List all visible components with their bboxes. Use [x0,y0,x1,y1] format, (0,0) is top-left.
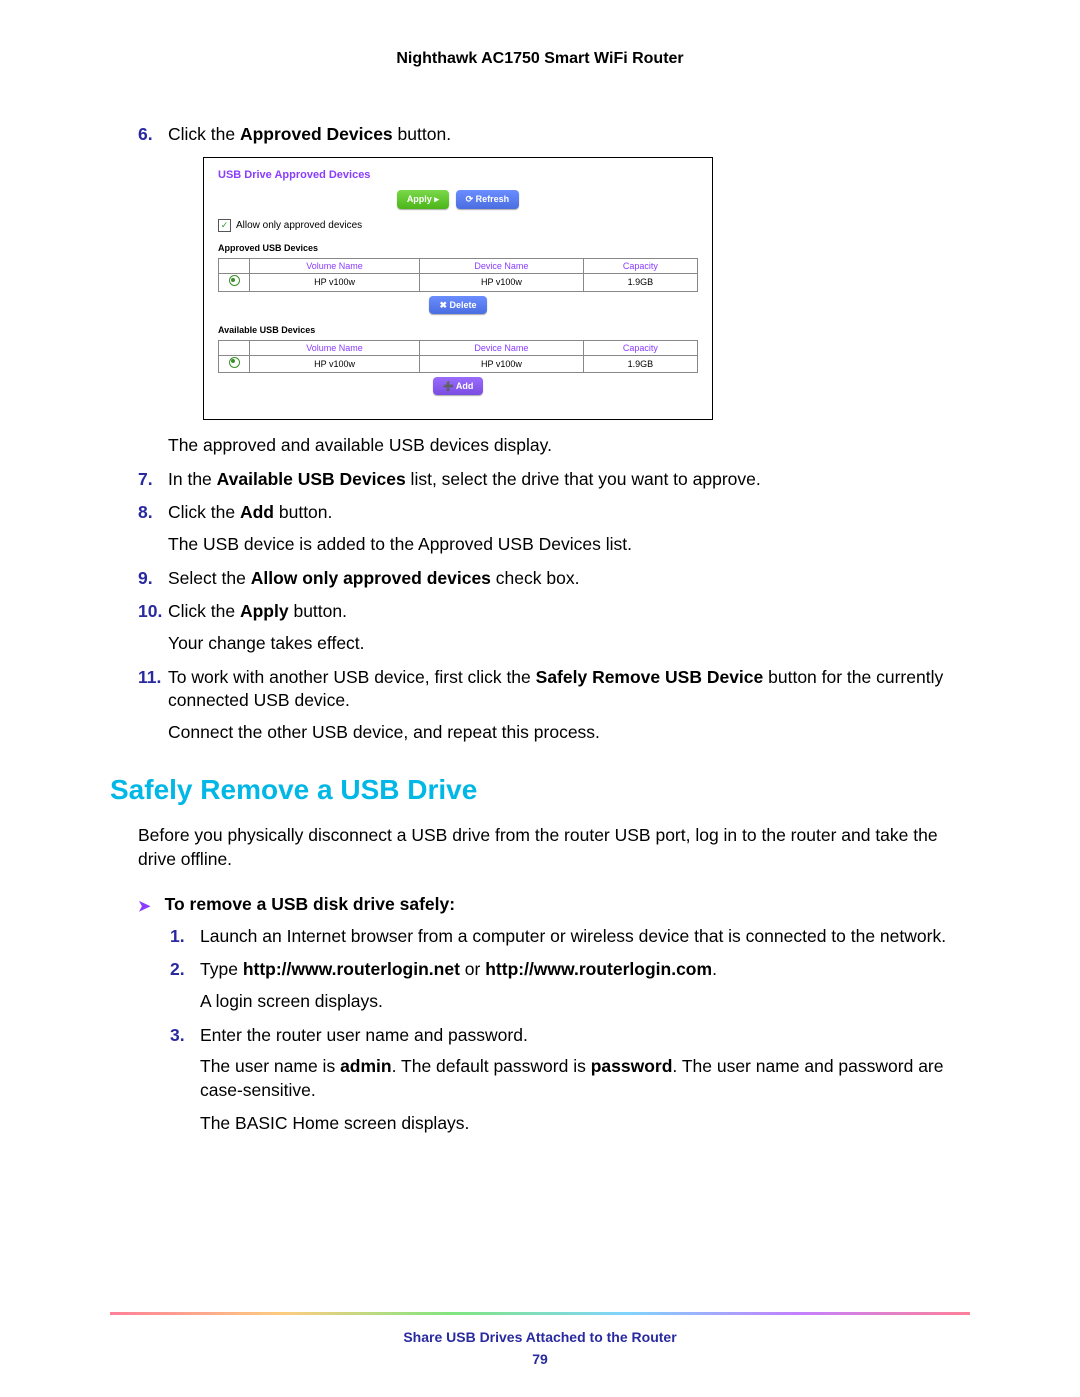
refresh-button[interactable]: ⟳ Refresh [456,190,520,208]
section-intro: Before you physically disconnect a USB d… [138,824,970,871]
approved-header: Approved USB Devices [218,242,698,254]
approved-devices-panel: USB Drive Approved Devices Apply ▸ ⟳ Ref… [203,157,713,421]
t: To work with another USB device, first c… [168,667,536,687]
t: password [591,1056,673,1076]
available-table: Volume Name Device Name Capacity HP v100… [218,340,698,373]
t: button. [289,601,347,621]
step-num: 9. [138,567,153,591]
section-heading: Safely Remove a USB Drive [110,774,970,806]
panel-title: USB Drive Approved Devices [218,168,698,183]
t: admin [340,1056,392,1076]
table-row[interactable]: HP v100w HP v100w 1.9GB [219,355,698,372]
step-num: 3. [170,1024,185,1048]
step-7: 7. In the Available USB Devices list, se… [138,468,970,492]
t: or [460,959,485,979]
t: Add [240,502,274,522]
delete-button[interactable]: ✖ Delete [429,296,486,314]
col-cap: Capacity [583,259,697,274]
t: http://www.routerlogin.net [243,959,460,979]
t: Available USB Devices [217,469,406,489]
cell: HP v100w [420,274,584,291]
step-num: 10. [138,600,162,624]
allow-only-approved-checkbox[interactable]: ✓ [218,219,231,232]
page-footer: Share USB Drives Attached to the Router … [110,1312,970,1367]
step-list-a: 6. Click the Approved Devices button. US… [110,123,970,744]
step-num: 2. [170,958,185,982]
step-b2: 2. Type http://www.routerlogin.net or ht… [170,958,970,1013]
col-vol: Volume Name [250,259,420,274]
t: Approved Devices [240,124,393,144]
t: button. [393,124,451,144]
t: The user name is [200,1056,340,1076]
t: Click the [168,502,240,522]
row-radio[interactable] [229,357,240,368]
t: Select the [168,568,251,588]
cell: 1.9GB [583,274,697,291]
t: Enter the router user name and password. [200,1025,528,1045]
t: . The default password is [392,1056,591,1076]
t: Click the [168,601,240,621]
step-11: 11. To work with another USB device, fir… [138,666,970,745]
footer-chapter: Share USB Drives Attached to the Router [110,1329,970,1345]
cell: 1.9GB [583,355,697,372]
t: In the [168,469,217,489]
step-num: 8. [138,501,153,525]
footer-page-number: 79 [110,1351,970,1367]
checkbox-label: Allow only approved devices [236,219,362,233]
col-dev: Device Name [420,340,584,355]
t: Connect the other USB device, and repeat… [168,721,970,745]
t: list, select the drive that you want to … [406,469,761,489]
cell: HP v100w [420,355,584,372]
t: Apply [240,601,289,621]
t: Click the [168,124,240,144]
apply-button[interactable]: Apply ▸ [397,190,449,208]
step-num: 11. [138,666,161,690]
step-b1: 1. Launch an Internet browser from a com… [170,925,970,949]
t: To remove a USB disk drive safely: [165,894,456,915]
cell: HP v100w [250,355,420,372]
t: . [712,959,717,979]
t: http://www.routerlogin.com [485,959,712,979]
step-8: 8. Click the Add button. The USB device … [138,501,970,556]
page-header: Nighthawk AC1750 Smart WiFi Router [110,50,970,68]
col-dev: Device Name [420,259,584,274]
t: A login screen displays. [200,990,970,1014]
t: The approved and available USB devices d… [168,434,970,458]
col-cap: Capacity [583,340,697,355]
t: Your change takes effect. [168,632,970,656]
step-num: 7. [138,468,153,492]
t: The BASIC Home screen displays. [200,1112,970,1136]
footer-rule [110,1312,970,1315]
t: check box. [491,568,580,588]
t: Allow only approved devices [251,568,491,588]
add-button[interactable]: ➕ Add [433,377,484,395]
t: Launch an Internet browser from a comput… [200,926,946,946]
t: Safely Remove USB Device [536,667,764,687]
t: button. [274,502,332,522]
step-num: 1. [170,925,185,949]
step-list-b: 1. Launch an Internet browser from a com… [110,925,970,1136]
row-radio[interactable] [229,275,240,286]
table-row[interactable]: HP v100w HP v100w 1.9GB [219,274,698,291]
procedure-heading: ➤ To remove a USB disk drive safely: [138,894,970,915]
col-vol: Volume Name [250,340,420,355]
t: Type [200,959,243,979]
step-10: 10. Click the Apply button. Your change … [138,600,970,655]
triangle-icon: ➤ [138,899,151,914]
available-header: Available USB Devices [218,324,698,336]
step-num: 6. [138,123,153,147]
step-6: 6. Click the Approved Devices button. US… [138,123,970,458]
step-b3: 3. Enter the router user name and passwo… [170,1024,970,1137]
approved-table: Volume Name Device Name Capacity HP v100… [218,258,698,291]
step-9: 9. Select the Allow only approved device… [138,567,970,591]
cell: HP v100w [250,274,420,291]
t: The USB device is added to the Approved … [168,533,970,557]
